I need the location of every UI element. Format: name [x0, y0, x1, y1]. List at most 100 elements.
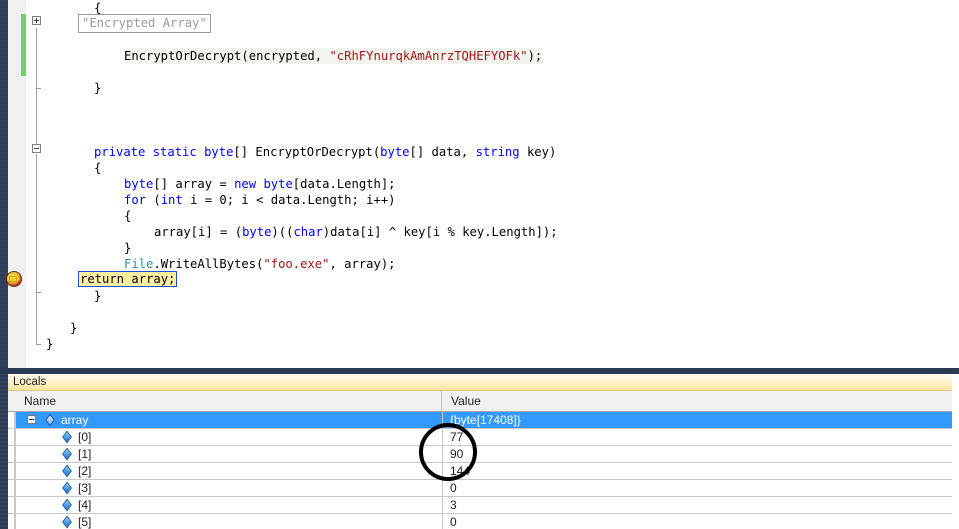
code-token: array[i] = (: [154, 225, 243, 239]
field-diamond-icon: [62, 498, 74, 512]
code-token: )((: [271, 225, 294, 239]
code-line[interactable]: }: [94, 80, 101, 96]
code-token: {: [124, 209, 132, 223]
cell-name[interactable]: array: [16, 412, 443, 428]
code-token: string: [475, 145, 520, 159]
locals-panel[interactable]: Locals Name Value array {byte[17408]} [0] 7…: [0, 374, 959, 529]
table-row[interactable]: [2] 144: [8, 463, 952, 480]
code-line[interactable]: }: [70, 320, 77, 336]
code-token: , array);: [329, 257, 396, 271]
editor-outlining-margin[interactable]: [26, 0, 46, 368]
column-header-value[interactable]: Value: [443, 391, 952, 412]
code-token: byte: [263, 177, 293, 191]
cell-value[interactable]: 3: [443, 497, 952, 513]
variable-name: [1]: [78, 447, 92, 461]
code-token: i = 0; i < data.Length; i++): [190, 193, 396, 207]
cell-value[interactable]: 90: [443, 446, 952, 462]
code-token: }: [124, 241, 132, 255]
fold-expand-icon[interactable]: [32, 16, 41, 25]
parameter-info-tooltip: "Encrypted Array": [78, 14, 211, 33]
locals-grid[interactable]: Name Value array {byte[17408]} [0] 77 [1] 90[…: [8, 391, 952, 529]
field-diamond-icon: [45, 413, 57, 427]
code-token: key): [519, 145, 557, 159]
code-editor-pane[interactable]: { EncryptOrDecrypt(encrypted, "cRhFYnurqk…: [0, 0, 959, 368]
cell-name[interactable]: [5]: [16, 514, 443, 529]
fold-guide-tick-3: [36, 344, 41, 345]
code-token: }: [46, 337, 54, 351]
code-token: int: [160, 193, 191, 207]
cell-name[interactable]: [4]: [16, 497, 443, 513]
code-token: }: [94, 289, 102, 303]
code-token: File: [124, 257, 154, 271]
locals-row-container[interactable]: array {byte[17408]} [0] 77 [1] 90 [2] 144 [3] 0 [4…: [8, 412, 952, 529]
code-token: {: [94, 1, 102, 15]
code-token: byte: [380, 145, 410, 159]
code-line[interactable]: private static byte[] EncryptOrDecrypt(b…: [94, 144, 556, 160]
code-token: (: [153, 193, 161, 207]
code-line[interactable]: for (int i = 0; i < data.Length; i++): [124, 192, 396, 208]
code-token: .WriteAllBytes(: [153, 257, 264, 271]
code-token: "foo.exe": [263, 257, 330, 271]
code-line[interactable]: }: [94, 288, 101, 304]
locals-edge-strip: [0, 374, 8, 529]
table-row[interactable]: [0] 77: [8, 429, 952, 446]
fold-guide-tick: [36, 88, 41, 89]
cell-value[interactable]: 144: [443, 463, 952, 479]
cell-name[interactable]: [1]: [16, 446, 443, 462]
field-diamond-icon: [62, 515, 74, 529]
code-line[interactable]: }: [46, 336, 53, 352]
variable-name: [4]: [78, 498, 92, 512]
code-line[interactable]: {: [124, 208, 131, 224]
code-token: }: [70, 321, 78, 335]
locals-grid-header: Name Value: [8, 391, 952, 412]
cell-value[interactable]: {byte[17408]}: [443, 412, 952, 428]
code-line[interactable]: EncryptOrDecrypt(encrypted, "cRhFYnurqkA…: [124, 48, 543, 64]
code-token: EncryptOrDecrypt(encrypted,: [124, 49, 330, 63]
code-token: }: [94, 81, 102, 95]
variable-name: [0]: [78, 430, 92, 444]
code-token: new: [234, 177, 264, 191]
table-row[interactable]: [5] 0: [8, 514, 952, 529]
cell-name[interactable]: [3]: [16, 480, 443, 496]
cell-value[interactable]: 0: [443, 514, 952, 529]
code-line[interactable]: File.WriteAllBytes("foo.exe", array);: [124, 256, 396, 272]
code-line[interactable]: array[i] = (byte)((char)data[i] ^ key[i …: [154, 224, 558, 240]
code-token: char: [293, 225, 323, 239]
code-text-area[interactable]: { EncryptOrDecrypt(encrypted, "cRhFYnurqk…: [46, 0, 959, 368]
variable-name: [3]: [78, 481, 92, 495]
field-diamond-icon: [62, 481, 74, 495]
cell-value[interactable]: 0: [443, 480, 952, 496]
code-token: [] array =: [153, 177, 235, 191]
variable-name: [2]: [78, 464, 92, 478]
code-line[interactable]: }: [124, 240, 131, 256]
code-token: {: [94, 161, 102, 175]
column-header-name[interactable]: Name: [16, 391, 442, 412]
fold-guide-line-2: [36, 154, 37, 344]
code-token: "cRhFYnurqkAmAnrzTQHEFYOFk": [329, 49, 528, 63]
code-token: );: [527, 49, 543, 63]
code-token: byte: [242, 225, 272, 239]
table-row[interactable]: array {byte[17408]}: [8, 412, 952, 429]
field-diamond-icon: [62, 430, 74, 444]
cell-value[interactable]: 77: [443, 429, 952, 445]
code-line[interactable]: byte[] array = new byte[data.Length];: [124, 176, 396, 192]
code-token: [] data,: [409, 145, 476, 159]
code-token: private static: [94, 145, 205, 159]
table-row[interactable]: [3] 0: [8, 480, 952, 497]
tree-collapse-icon[interactable]: [27, 415, 36, 424]
code-token: byte: [124, 177, 154, 191]
code-line[interactable]: {: [94, 160, 101, 176]
locals-panel-title: Locals: [8, 374, 952, 391]
fold-collapse-icon[interactable]: [32, 144, 41, 153]
field-diamond-icon: [62, 447, 74, 461]
code-token: [] EncryptOrDecrypt(: [233, 145, 381, 159]
current-statement-highlight[interactable]: return array;: [78, 271, 178, 287]
code-token: for: [124, 193, 154, 207]
cell-name[interactable]: [2]: [16, 463, 443, 479]
fold-guide-line: [36, 28, 37, 152]
table-row[interactable]: [1] 90: [8, 446, 952, 463]
cell-name[interactable]: [0]: [16, 429, 443, 445]
table-row[interactable]: [4] 3: [8, 497, 952, 514]
current-statement-arrow-icon[interactable]: [6, 271, 22, 287]
code-token: )data[i] ^ key[i % key.Length]);: [322, 225, 558, 239]
